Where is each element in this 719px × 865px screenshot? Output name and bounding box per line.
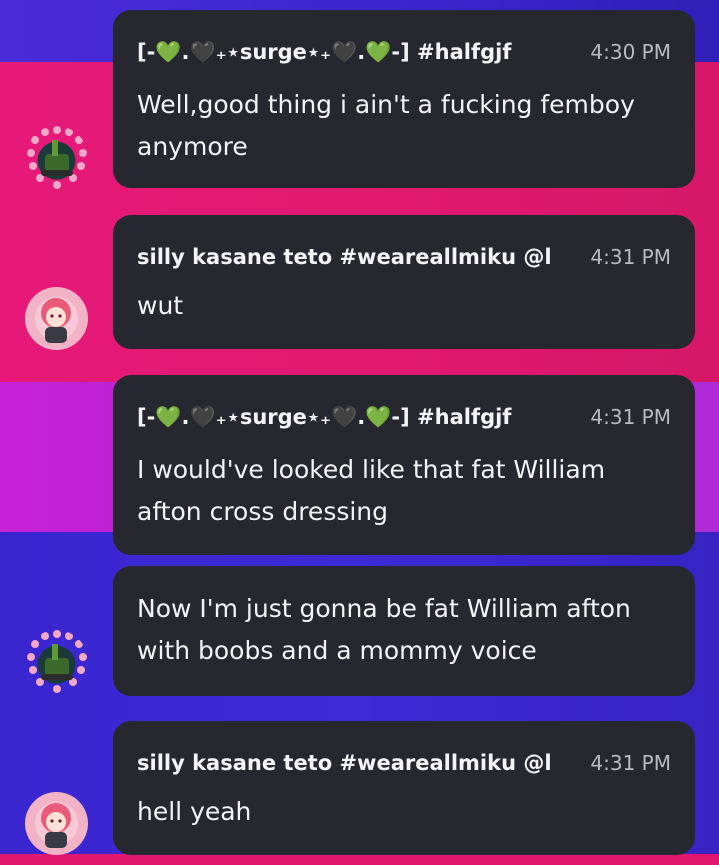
author-name[interactable]: silly kasane teto #weareallmiku @l	[137, 245, 576, 269]
timestamp: 4:31 PM	[590, 245, 671, 269]
teto-avatar-icon	[41, 298, 71, 343]
message-text: wut	[137, 291, 184, 320]
message-header: [-💚.🖤₊⋆surge⋆₊🖤.💚-] #halfgjf 4:31 PM	[137, 397, 671, 437]
message-text: I would've looked like that fat William …	[137, 455, 606, 526]
message-bubble[interactable]: [-💚.🖤₊⋆surge⋆₊🖤.💚-] #halfgjf 4:30 PM Wel…	[113, 10, 695, 188]
user-avatar[interactable]	[25, 630, 88, 693]
message-bubble[interactable]: Now I'm just gonna be fat William afton …	[113, 566, 695, 696]
user-avatar[interactable]	[25, 126, 88, 189]
author-name[interactable]: [-💚.🖤₊⋆surge⋆₊🖤.💚-] #halfgjf	[137, 40, 576, 65]
message-text: hell yeah	[137, 797, 252, 826]
message-header: [-💚.🖤₊⋆surge⋆₊🖤.💚-] #halfgjf 4:30 PM	[137, 32, 671, 72]
surge-avatar-icon	[27, 126, 87, 189]
message-bubble[interactable]: silly kasane teto #weareallmiku @l 4:31 …	[113, 215, 695, 349]
user-avatar[interactable]	[25, 792, 88, 855]
message-bubble[interactable]: silly kasane teto #weareallmiku @l 4:31 …	[113, 721, 695, 855]
message-header: silly kasane teto #weareallmiku @l 4:31 …	[137, 237, 671, 277]
message-text: Now I'm just gonna be fat William afton …	[137, 594, 631, 665]
message-header: silly kasane teto #weareallmiku @l 4:31 …	[137, 743, 671, 783]
author-name[interactable]: silly kasane teto #weareallmiku @l	[137, 751, 576, 775]
user-avatar[interactable]	[25, 287, 88, 350]
surge-avatar-icon	[27, 630, 87, 693]
timestamp: 4:31 PM	[590, 405, 671, 429]
author-name[interactable]: [-💚.🖤₊⋆surge⋆₊🖤.💚-] #halfgjf	[137, 405, 576, 430]
background-band-pink	[0, 854, 719, 865]
message-text: Well,good thing i ain't a fucking femboy…	[137, 90, 635, 161]
timestamp: 4:30 PM	[590, 40, 671, 64]
teto-avatar-icon	[41, 803, 71, 848]
timestamp: 4:31 PM	[590, 751, 671, 775]
message-bubble[interactable]: [-💚.🖤₊⋆surge⋆₊🖤.💚-] #halfgjf 4:31 PM I w…	[113, 375, 695, 555]
